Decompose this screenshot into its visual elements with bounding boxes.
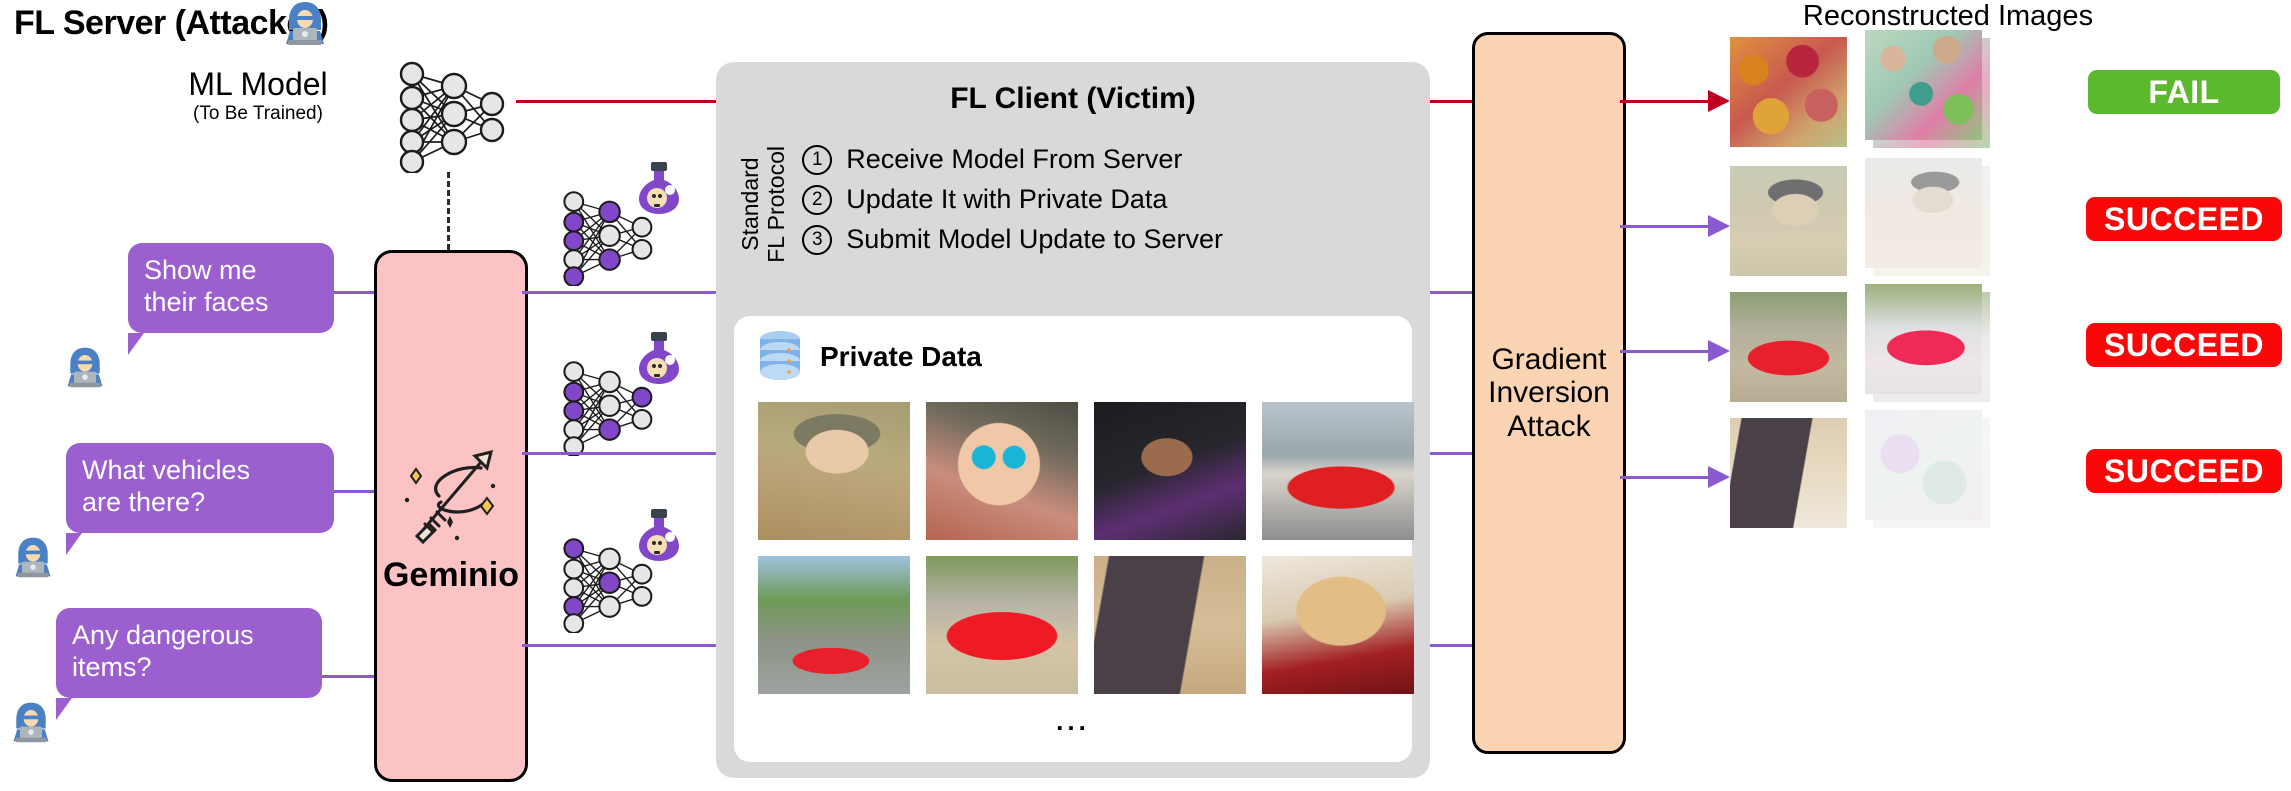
geminio-label: Geminio — [382, 555, 520, 594]
malicious-model-2 — [556, 332, 679, 461]
reconstructed-image — [1730, 418, 1847, 528]
bubble-tail — [128, 332, 334, 355]
step-number: 2 — [802, 184, 833, 215]
fl-client-title: FL Client (Victim) — [950, 82, 1196, 115]
status-badge-succeed: SUCCEED — [2086, 197, 2282, 241]
private-thumbnail — [1094, 556, 1246, 694]
reconstruction-row — [1730, 166, 1847, 276]
attack-output-line-4 — [1620, 476, 1710, 479]
reconstruction-row — [1730, 37, 1847, 147]
prompt-line-1: Show me — [144, 255, 257, 285]
reconstruction-row — [1730, 418, 1847, 528]
reconstructed-image — [1865, 30, 1982, 140]
attack-output-arrow-2 — [1708, 215, 1730, 237]
more-items-ellipsis: ... — [1056, 706, 1090, 736]
server-to-client-red-line — [516, 100, 716, 103]
protocol-step: 1 Receive Model From Server — [802, 144, 1223, 175]
private-thumbnail — [926, 556, 1078, 694]
geminio-to-client-line-2 — [522, 452, 718, 455]
attack-label-line-2: Inversion — [1488, 376, 1610, 410]
prompt-line-2: their faces — [144, 286, 269, 317]
reconstructed-image — [1730, 292, 1847, 402]
malicious-model-1 — [556, 162, 679, 291]
reconstructed-image — [1865, 158, 1982, 268]
status-badge-fail: FAIL — [2088, 70, 2280, 114]
geminio-box[interactable]: Geminio — [374, 250, 528, 782]
step-text: Receive Model From Server — [846, 144, 1183, 174]
client-to-attack-line-3 — [1430, 644, 1474, 647]
prompt-link-danger — [322, 675, 374, 678]
private-thumbnail — [926, 402, 1078, 540]
malicious-model-3 — [556, 509, 679, 638]
neural-network-icon — [399, 61, 505, 173]
reconstructed-image — [1730, 37, 1847, 147]
geminio-to-client-line-1 — [522, 291, 718, 294]
geminio-to-client-line-3 — [522, 644, 718, 647]
hacker-icon — [286, 2, 324, 45]
private-data-card: Private Data ... — [734, 316, 1414, 762]
bubble-tail — [56, 697, 322, 720]
reconstructed-images-title: Reconstructed Images — [1802, 0, 2094, 32]
prompt-line-2: items? — [72, 651, 152, 682]
step-text: Update It with Private Data — [846, 184, 1168, 214]
private-thumbnail — [758, 402, 910, 540]
prompt-link-faces — [334, 291, 374, 294]
magic-wand-icon — [404, 449, 496, 544]
ml-model-subtitle: (To Be Trained) — [193, 103, 323, 124]
client-to-attack-line-1 — [1430, 291, 1474, 294]
attack-output-line-2 — [1620, 225, 1710, 228]
attack-output-arrow-3 — [1708, 340, 1730, 362]
hacker-icon — [15, 537, 51, 578]
prompt-link-vehicles — [334, 490, 374, 493]
ml-model-title: ML Model — [188, 66, 328, 102]
database-icon — [760, 331, 800, 380]
prompt-line-2: are there? — [82, 486, 206, 517]
prompt-line-1: What vehicles — [82, 455, 251, 485]
reconstructed-image — [1865, 284, 1982, 394]
prompt-line-1: Any dangerous — [72, 620, 254, 650]
client-to-attack-red-line — [1430, 100, 1474, 103]
step-number: 1 — [802, 144, 833, 175]
private-thumbnail — [1094, 402, 1246, 540]
attack-output-line-1 — [1620, 100, 1710, 103]
client-to-attack-line-2 — [1430, 452, 1474, 455]
reconstruction-row — [1730, 292, 1847, 402]
reconstructed-image — [1865, 410, 1982, 520]
attack-output-arrow-4 — [1708, 466, 1730, 488]
attack-label-line-1: Gradient — [1491, 342, 1607, 376]
protocol-label-line-1: Standard — [737, 157, 763, 252]
prompt-bubble-danger[interactable]: Any dangerous items? — [56, 608, 322, 720]
model-to-geminio-dashed-link — [447, 172, 450, 250]
attack-output-line-3 — [1620, 350, 1710, 353]
private-thumbnail — [758, 556, 910, 694]
private-thumbnail — [1262, 402, 1414, 540]
private-thumbnail — [1262, 556, 1414, 694]
prompt-bubble-vehicles[interactable]: What vehicles are there? — [66, 443, 334, 555]
poison-flask-icon — [639, 509, 679, 561]
poison-flask-icon — [639, 162, 679, 214]
reconstructed-image — [1730, 166, 1847, 276]
prompt-bubble-faces[interactable]: Show me their faces — [128, 243, 334, 355]
protocol-label-line-2: FL Protocol — [763, 146, 790, 263]
hacker-icon — [13, 702, 49, 743]
gradient-inversion-attack-box[interactable]: Gradient Inversion Attack — [1472, 32, 1626, 754]
protocol-step: 3 Submit Model Update to Server — [802, 224, 1223, 255]
bubble-tail — [66, 532, 334, 555]
figure-canvas: FL Server (Attacker) ML Model (To Be Tra… — [0, 0, 2291, 791]
step-text: Submit Model Update to Server — [846, 224, 1223, 254]
private-data-title: Private Data — [820, 341, 982, 372]
fl-client-box: FL Client (Victim) Standard FL Protocol … — [716, 62, 1430, 778]
protocol-step: 2 Update It with Private Data — [802, 184, 1223, 215]
status-badge-succeed: SUCCEED — [2086, 449, 2282, 493]
attack-label-line-3: Attack — [1507, 409, 1591, 443]
hacker-icon — [67, 347, 103, 388]
attack-output-arrow-1 — [1708, 90, 1730, 112]
step-number: 3 — [802, 224, 833, 255]
poison-flask-icon — [639, 332, 679, 384]
status-badge-succeed: SUCCEED — [2086, 323, 2282, 367]
